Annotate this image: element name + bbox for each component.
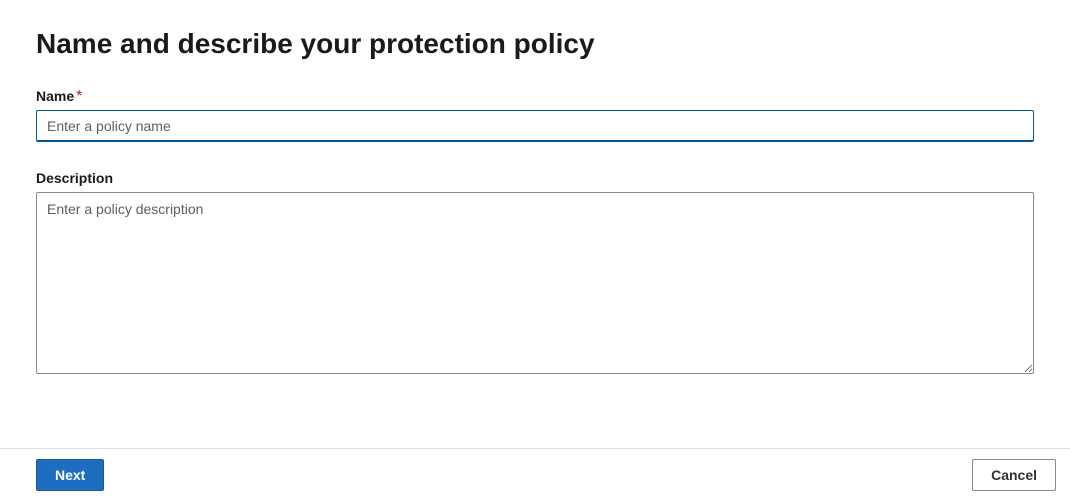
- name-field: Name*: [36, 88, 1034, 142]
- name-label-text: Name: [36, 88, 74, 104]
- description-label: Description: [36, 170, 113, 186]
- name-label: Name*: [36, 88, 82, 105]
- page-title: Name and describe your protection policy: [36, 28, 1034, 60]
- policy-name-input[interactable]: [36, 110, 1034, 142]
- policy-description-input[interactable]: [36, 192, 1034, 374]
- next-button[interactable]: Next: [36, 459, 104, 491]
- description-field: Description: [36, 170, 1034, 379]
- footer-bar: Next Cancel: [0, 448, 1070, 500]
- cancel-button[interactable]: Cancel: [972, 459, 1056, 491]
- required-asterisk-icon: *: [76, 88, 82, 105]
